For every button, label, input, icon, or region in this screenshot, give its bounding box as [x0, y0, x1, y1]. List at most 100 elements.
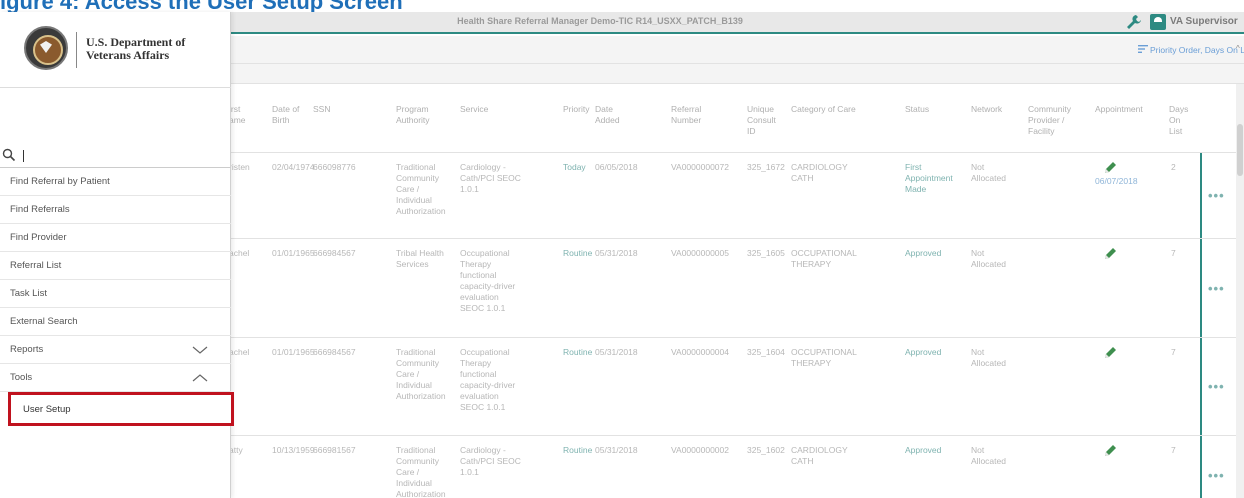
cell-unique: 325_1672 [747, 162, 785, 172]
menu-item-user-setup[interactable]: User Setup [8, 392, 234, 426]
column-header-line: Category of Care [791, 104, 856, 114]
scrollbar-thumb[interactable] [1237, 124, 1243, 176]
cell-line: 1.0.1 [460, 467, 479, 477]
cell-priority[interactable]: Today [563, 162, 586, 173]
cell-line: CATH [791, 173, 814, 183]
column-header-dob[interactable]: Date of Birth [272, 104, 299, 126]
column-header-line: Number [671, 115, 702, 125]
cell-line: Care / [396, 369, 420, 379]
column-header-status[interactable]: Status [905, 104, 929, 115]
column-header-line: Service [460, 104, 489, 114]
pencil-icon[interactable] [1103, 247, 1117, 261]
menu-item-referral-list[interactable]: Referral List [0, 252, 231, 280]
sort-icon[interactable] [1138, 44, 1148, 54]
cell-network: Not Allocated [971, 162, 1006, 184]
column-header-line: ame [229, 115, 246, 125]
cell-line: SEOC 1.0.1 [460, 303, 506, 313]
cell-dob: 10/13/1959 [272, 445, 315, 455]
cell-line: Individual [396, 478, 432, 488]
column-header-community[interactable]: Community Provider / Facility [1028, 104, 1071, 137]
menu-item-find-referral-by-patient[interactable]: Find Referral by Patient [0, 168, 231, 196]
menu-item-find-referrals[interactable]: Find Referrals [0, 196, 231, 224]
menu-item-label: External Search [10, 316, 78, 327]
chevron-up-icon[interactable] [192, 373, 208, 383]
va-logo-area: U.S. Department of Veterans Affairs [0, 12, 231, 88]
cell-status[interactable]: Approved [905, 445, 941, 456]
column-header-first-name[interactable]: irst ame [229, 104, 246, 126]
more-options-button[interactable]: ••• [1208, 379, 1225, 394]
column-header-line: ID [747, 126, 756, 136]
cell-status[interactable]: Approved [905, 248, 941, 259]
cell-status[interactable]: First Appointment Made [905, 162, 953, 195]
cell-dob: 01/01/1965 [272, 248, 315, 258]
column-header-appointment[interactable]: Appointment [1095, 104, 1143, 115]
cell-line: SEOC 1.0.1 [460, 402, 506, 412]
cell-line: Traditional [396, 445, 436, 455]
cell-status[interactable]: Approved [905, 347, 941, 358]
pencil-icon[interactable] [1103, 161, 1117, 175]
menu-item-task-list[interactable]: Task List [0, 280, 231, 308]
cell-line: Approved [905, 445, 942, 455]
column-header-category[interactable]: Category of Care [791, 104, 856, 115]
cell-service: Occupational Therapy functional capacity-dr… [460, 248, 515, 314]
column-header-ssn[interactable]: SSN [313, 104, 330, 115]
column-header-network[interactable]: Network [971, 104, 1002, 115]
chevron-down-icon[interactable] [192, 345, 208, 355]
column-header-days[interactable]: Days On List [1169, 104, 1188, 137]
cell-line: Community [396, 358, 439, 368]
menu-search-input[interactable] [20, 148, 220, 164]
menu-item-tools[interactable]: Tools [0, 364, 231, 392]
cell-program: Traditional Community Care / Individual Auth… [396, 347, 446, 402]
cell-line: Made [905, 184, 927, 194]
menu-item-find-provider[interactable]: Find Provider [0, 224, 231, 252]
menu-item-label: Task List [10, 288, 47, 299]
cell-line: Not [971, 248, 985, 258]
sort-order-link[interactable]: Priority Order, Days On List [1150, 45, 1244, 55]
column-header-service[interactable]: Service [460, 104, 488, 115]
va-logo-text: U.S. Department of Veterans Affairs [86, 36, 185, 62]
cell-priority[interactable]: Routine [563, 248, 592, 259]
cell-line: Traditional [396, 347, 436, 357]
column-header-line: Date [595, 104, 613, 114]
cell-priority[interactable]: Routine [563, 347, 592, 358]
cell-days: 2 [1171, 162, 1176, 172]
more-options-button[interactable]: ••• [1208, 281, 1225, 296]
more-options-button[interactable]: ••• [1208, 188, 1225, 203]
cell-category: CARDIOLOGY CATH [791, 162, 848, 184]
cell-line: Therapy [460, 358, 492, 368]
cell-line: Authorization [396, 489, 446, 498]
menu-item-label: User Setup [23, 404, 71, 415]
column-header-line: List [1169, 126, 1183, 136]
cell-network: Not Allocated [971, 347, 1006, 369]
cell-line: Allocated [971, 259, 1006, 269]
column-header-program[interactable]: Program Authority [396, 104, 430, 126]
pencil-icon[interactable] [1103, 346, 1117, 360]
column-header-line: Added [595, 115, 620, 125]
column-header-line: Birth [272, 115, 290, 125]
column-header-date-added[interactable]: Date Added [595, 104, 620, 126]
column-header-priority[interactable]: Priority [563, 104, 589, 115]
cell-first: achel [229, 248, 250, 258]
chevron-up-icon[interactable]: ^ [1236, 44, 1240, 53]
pencil-icon[interactable] [1103, 444, 1117, 458]
column-header-line: Consult [747, 115, 776, 125]
user-name[interactable]: VA Supervisor [1170, 16, 1238, 27]
cell-line: Therapy [460, 259, 492, 269]
menu-item-reports[interactable]: Reports [0, 336, 231, 364]
column-header-referral[interactable]: Referral Number [671, 104, 701, 126]
column-header-unique[interactable]: Unique Consult ID [747, 104, 776, 137]
logo-divider [76, 32, 77, 68]
cell-program: Traditional Community Care / Individual Auth… [396, 445, 446, 498]
cell-priority[interactable]: Routine [563, 445, 592, 456]
cell-line: Not [971, 347, 985, 357]
menu-item-external-search[interactable]: External Search [0, 308, 231, 336]
cell-line: Individual [396, 195, 432, 205]
column-header-line: Provider / [1028, 115, 1065, 125]
cell-service: Cardiology - Cath/PCI SEOC 1.0.1 [460, 445, 521, 478]
wrench-icon[interactable] [1125, 13, 1143, 31]
column-header-line: Network [971, 104, 1003, 114]
user-icon[interactable] [1150, 14, 1166, 30]
more-options-button[interactable]: ••• [1208, 468, 1225, 483]
appointment-date-link[interactable]: 06/07/2018 [1095, 176, 1138, 186]
column-header-line: Date of [272, 104, 300, 114]
